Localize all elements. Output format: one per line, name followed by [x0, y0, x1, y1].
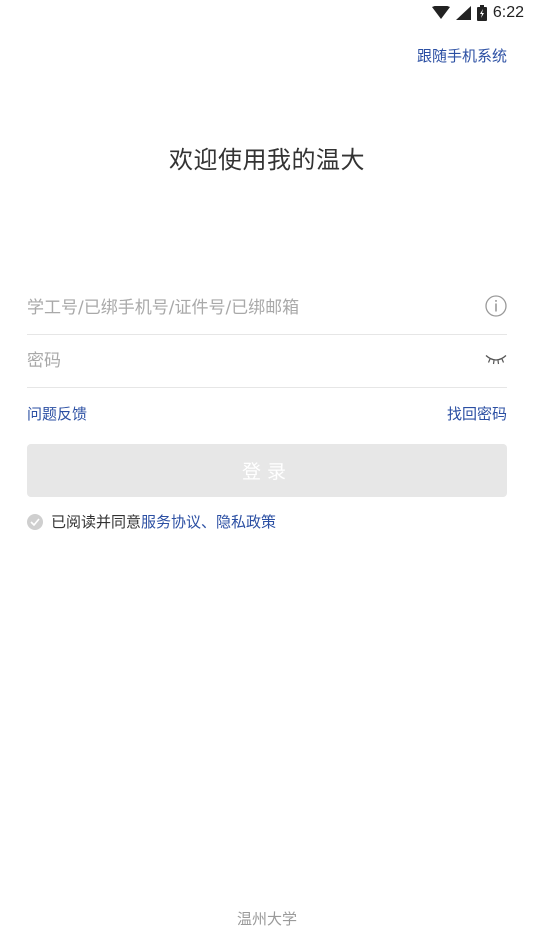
login-form: 问题反馈 找回密码 登录 已阅读并同意 服务协议、隐私政策: [27, 282, 507, 532]
footer-text: 温州大学: [236, 910, 297, 928]
eye-closed-icon[interactable]: [485, 352, 507, 371]
status-time: 6:22: [492, 4, 524, 21]
agreement-row: 已阅读并同意 服务协议、隐私政策: [27, 511, 507, 532]
battery-icon: [476, 5, 487, 21]
wifi-icon: [431, 6, 450, 20]
signal-icon: [455, 6, 471, 20]
agreement-prefix: 已阅读并同意: [51, 513, 142, 531]
agreement-checkbox[interactable]: [27, 513, 43, 530]
links-row: 问题反馈 找回密码: [27, 388, 507, 438]
follow-system-link[interactable]: 跟随手机系统: [417, 45, 507, 66]
login-button[interactable]: 登录: [27, 444, 507, 497]
welcome-title: 欢迎使用我的温大: [169, 146, 365, 174]
feedback-link[interactable]: 问题反馈: [27, 403, 87, 424]
status-icons: 6:22: [431, 4, 524, 22]
account-field-row: [27, 282, 507, 335]
status-bar: 6:22: [0, 0, 534, 28]
password-input[interactable]: [27, 351, 447, 371]
check-icon: [30, 517, 40, 526]
password-field-row: [27, 335, 507, 388]
forgot-password-link[interactable]: 找回密码: [447, 403, 507, 424]
account-input[interactable]: [27, 298, 447, 318]
info-icon[interactable]: [485, 295, 507, 321]
agreement-link[interactable]: 服务协议、隐私政策: [141, 511, 276, 532]
